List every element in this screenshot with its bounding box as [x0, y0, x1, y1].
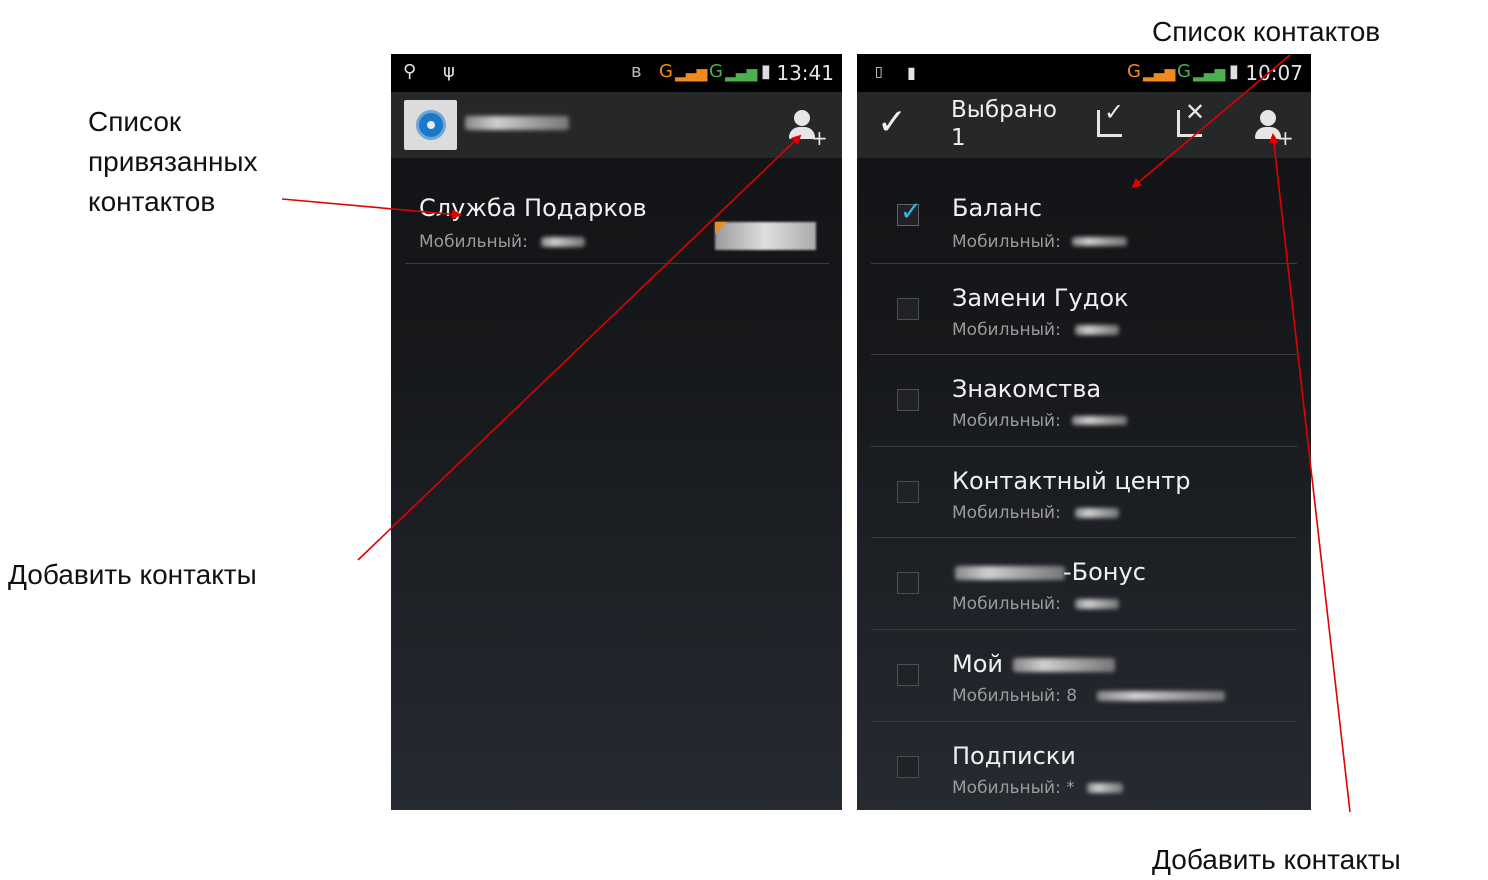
annotation-arrows [281, 54, 1351, 813]
arrow-linked-contacts [281, 198, 462, 220]
arrow-contacts-list [1131, 54, 1291, 189]
arrow-add-contacts-left [357, 134, 802, 561]
arrow-add-contacts-right [1268, 133, 1351, 813]
